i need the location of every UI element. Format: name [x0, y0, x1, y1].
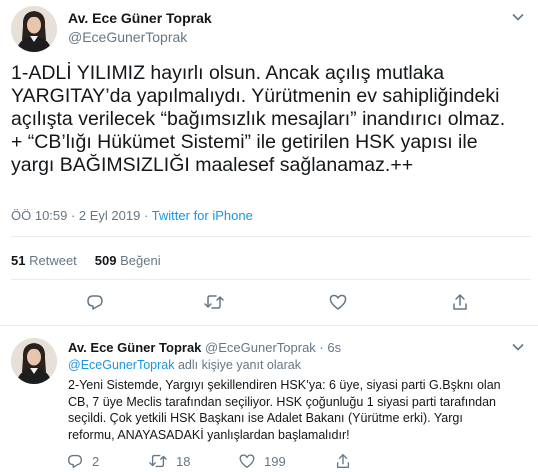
- separator-dot: ·: [319, 340, 324, 355]
- like-count: 509: [94, 253, 117, 268]
- mention-link[interactable]: @EceGunerToprak: [68, 358, 175, 372]
- tweet-text: 1-ADLİ YILIMIZ hayırlı olsun. Ancak açıl…: [11, 62, 531, 177]
- avatar[interactable]: [11, 338, 57, 384]
- tweet-text-line: YARGITAY’da yapılmalıydı. Yürütmenin ev …: [11, 85, 500, 107]
- tweet-text-line: 1-ADLİ YILIMIZ hayırlı olsun. Ancak açıl…: [11, 62, 445, 84]
- author-handle[interactable]: @EceGunerToprak: [205, 340, 316, 355]
- timestamp[interactable]: ÖÖ 10:59 · 2 Eyl 2019 ·: [11, 208, 152, 223]
- reply-header: Av. Ece Güner Toprak @EceGunerToprak · 6…: [68, 340, 341, 355]
- chevron-down-icon[interactable]: [512, 10, 524, 24]
- replying-to-label: adlı kişiye yanıt olarak: [174, 358, 301, 372]
- timestamp[interactable]: 6s: [327, 340, 341, 355]
- share-icon: [450, 292, 470, 312]
- tweet-stats: 51 Retweet 509 Beğeni: [11, 253, 161, 268]
- reply-icon: [66, 452, 84, 470]
- tweet-text: 2-Yeni Sistemde, Yargıyı şekillendiren H…: [68, 377, 533, 443]
- tweet-text-line: reformu, ANAYASADAKİ yanlışlardan başlam…: [68, 427, 350, 442]
- replying-to: @EceGunerToprak adlı kişiye yanıt olarak: [68, 358, 301, 372]
- tweet-text-line: + “CB’lığı Hükümet Sistemi” ile getirile…: [11, 131, 478, 153]
- retweet-label: Retweet: [29, 253, 77, 268]
- share-icon: [334, 452, 352, 470]
- author-handle[interactable]: @EceGunerToprak: [68, 29, 187, 45]
- share-button[interactable]: [334, 451, 352, 471]
- reply-button[interactable]: 2: [66, 451, 99, 471]
- reply-tweet[interactable]: Av. Ece Güner Toprak @EceGunerToprak · 6…: [0, 327, 538, 472]
- tweet-text-line: 2-Yeni Sistemde, Yargıyı şekillendiren H…: [68, 378, 501, 392]
- retweet-stat[interactable]: 51 Retweet: [11, 253, 77, 268]
- tweet-text-line: açılışta verilecek “bağımsızlık mesajlar…: [11, 108, 506, 130]
- source-link[interactable]: Twitter for iPhone: [152, 208, 253, 223]
- tweet-text-line: yargı BAĞIMSIZLIĞI maalesef sağlanamaz.+…: [11, 154, 414, 176]
- share-button[interactable]: [450, 290, 470, 314]
- reply-icon: [85, 292, 105, 312]
- retweet-button[interactable]: 18: [148, 451, 190, 471]
- tweet-actions: [0, 290, 538, 314]
- tweet-text-line: CB, 7 üye Meclis tarafından seçiliyor. H…: [68, 394, 496, 409]
- retweet-button[interactable]: [203, 290, 225, 314]
- like-label: Beğeni: [120, 253, 161, 268]
- like-button[interactable]: 199: [238, 451, 286, 471]
- tweet-meta: ÖÖ 10:59 · 2 Eyl 2019 · Twitter for iPho…: [11, 208, 253, 223]
- main-tweet: Av. Ece Güner Toprak @EceGunerToprak 1-A…: [0, 0, 538, 326]
- like-count: 199: [264, 453, 286, 469]
- retweet-icon: [148, 452, 168, 470]
- tweet-actions: 2 18 199: [0, 451, 538, 471]
- like-button[interactable]: [328, 290, 348, 314]
- retweet-count: 51: [11, 253, 26, 268]
- author-name[interactable]: Av. Ece Güner Toprak: [68, 340, 201, 355]
- chevron-down-icon[interactable]: [512, 340, 524, 354]
- retweet-count: 18: [176, 453, 191, 469]
- avatar[interactable]: [11, 6, 57, 52]
- reply-button[interactable]: [85, 290, 105, 314]
- reply-count: 2: [92, 453, 100, 469]
- tweet-text-line: seçildi. Çok yetkili HSK Başkanı ise Ada…: [68, 411, 463, 425]
- divider: [11, 279, 531, 280]
- like-icon: [238, 452, 256, 470]
- like-icon: [328, 292, 348, 312]
- retweet-icon: [203, 292, 225, 312]
- divider: [11, 236, 531, 237]
- author-name[interactable]: Av. Ece Güner Toprak: [68, 10, 212, 26]
- like-stat[interactable]: 509 Beğeni: [95, 253, 161, 268]
